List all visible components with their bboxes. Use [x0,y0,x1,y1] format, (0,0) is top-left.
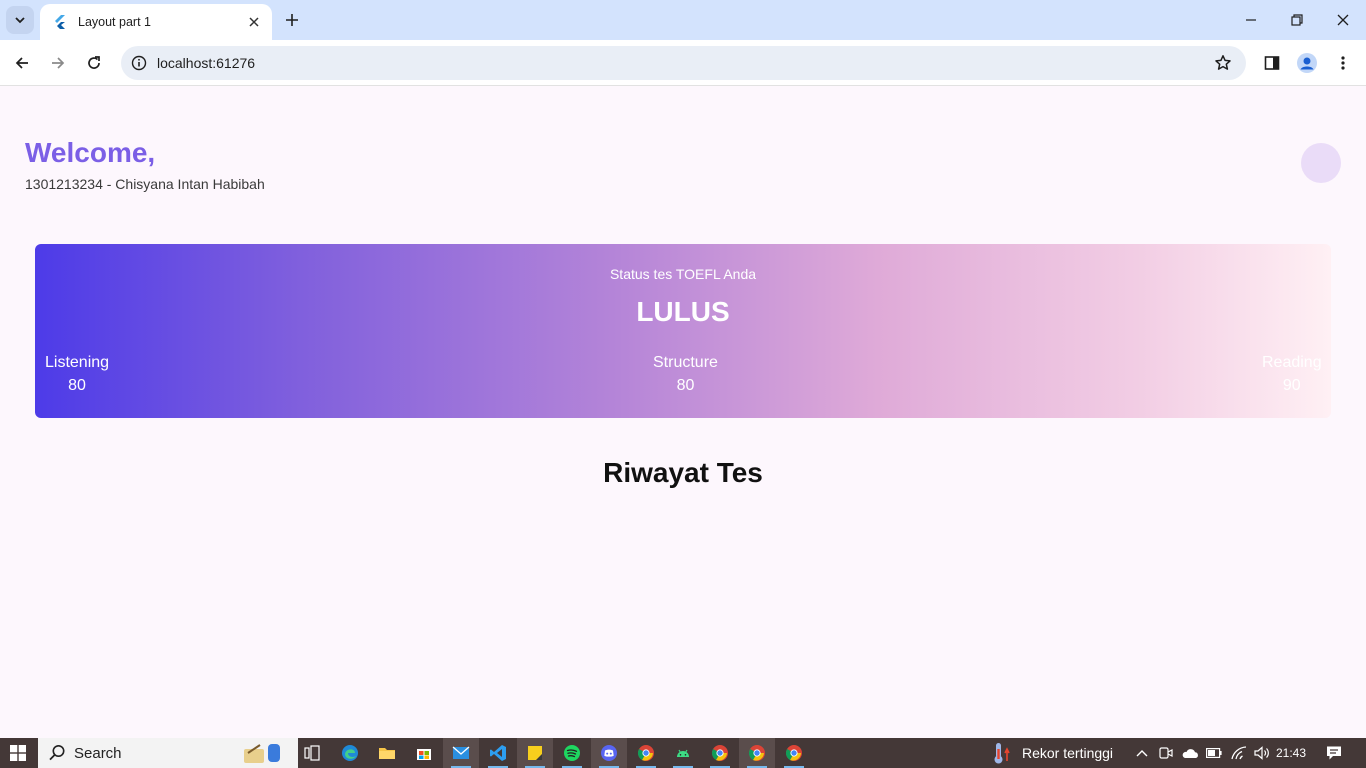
arrow-right-icon [52,57,65,69]
vscode-icon [490,745,506,761]
reload-icon [88,56,100,69]
spotify-app[interactable] [554,738,590,768]
score-value: 80 [676,377,695,394]
store-app[interactable] [406,738,442,768]
vscode-app[interactable] [480,738,516,768]
taskbar-search[interactable]: Search [38,738,298,768]
profile-button[interactable] [1292,48,1322,78]
chrome-app-1[interactable] [628,738,664,768]
onedrive-icon[interactable] [1180,738,1200,768]
start-button[interactable] [0,738,36,768]
chevron-down-icon [15,17,25,24]
task-view-icon [304,745,320,761]
score-reading: Reading 90 [1262,354,1322,395]
side-panel-button[interactable] [1257,48,1287,78]
bookmark-star-icon[interactable] [1206,46,1240,80]
notification-icon [1327,746,1341,760]
profile-icon [1297,53,1317,73]
volume-icon[interactable] [1251,738,1273,768]
search-highlight-icon [243,744,280,763]
plus-icon [286,14,298,26]
score-value: 90 [1282,377,1301,394]
chrome-app-4[interactable] [776,738,812,768]
tray-overflow[interactable] [1132,738,1152,768]
chevron-up-icon [1136,750,1148,757]
sticky-notes-icon [528,746,542,760]
edge-app[interactable] [332,738,368,768]
chrome-app-3[interactable] [739,738,775,768]
minimize-button[interactable] [1228,0,1274,40]
minimize-icon [1246,19,1256,21]
discord-icon [601,745,617,761]
store-icon [417,749,431,760]
user-id-name: 1301213234 - Chisyana Intan Habibah [25,176,265,192]
browser-tab-strip: Layout part 1 [0,0,1366,40]
weather-text: Rekor tertinggi [1022,745,1114,761]
toefl-status-card: Status tes TOEFL Anda LULUS Listening 80… [35,244,1331,418]
taskbar: Search Rekor tertinggi 21:43 [0,738,1366,768]
meet-now-icon[interactable] [1157,738,1175,768]
score-name: Reading [1262,354,1322,371]
new-tab-button[interactable] [280,8,304,32]
address-bar[interactable]: localhost:61276 [121,46,1246,80]
browser-toolbar: localhost:61276 [0,40,1366,86]
menu-button[interactable] [1328,48,1358,78]
score-name: Structure [653,354,718,371]
restore-button[interactable] [1274,0,1320,40]
window-close-button[interactable] [1320,0,1366,40]
page-content: Welcome, 1301213234 - Chisyana Intan Hab… [0,87,1366,738]
forward-button[interactable] [43,48,73,78]
section-title: Riwayat Tes [603,457,763,488]
spotify-icon [564,745,580,761]
status-value: LULUS [636,296,730,327]
score-structure: Structure 80 [653,354,718,395]
url-text[interactable]: localhost:61276 [157,55,1206,71]
restore-icon [1291,14,1303,26]
welcome-heading: Welcome, [25,137,156,168]
side-panel-icon [1264,56,1280,70]
avatar[interactable] [1301,143,1341,183]
thermometer-icon [994,743,1010,764]
reload-button[interactable] [79,48,109,78]
windows-icon [10,745,26,761]
android-studio-app[interactable] [665,738,701,768]
tab-title: Layout part 1 [78,15,151,29]
chrome-icon [711,745,728,761]
folder-icon [379,748,395,759]
score-listening: Listening 80 [45,354,109,395]
arrow-left-icon [15,57,28,69]
info-icon[interactable] [123,46,155,80]
search-label: Search [74,744,122,762]
sticky-notes-app[interactable] [517,738,553,768]
chrome-icon [785,745,802,761]
notifications-button[interactable] [1320,738,1348,768]
status-label: Status tes TOEFL Anda [609,266,757,282]
clock[interactable]: 21:43 [1276,738,1306,768]
mail-icon [452,746,470,759]
wifi-icon[interactable] [1228,738,1250,768]
back-button[interactable] [7,48,37,78]
file-explorer-app[interactable] [369,738,405,768]
tab-search-button[interactable] [6,6,34,34]
chrome-icon [637,745,654,761]
browser-tab[interactable]: Layout part 1 [40,4,272,40]
chrome-app-2[interactable] [702,738,738,768]
discord-app[interactable] [591,738,627,768]
more-vert-icon [1341,56,1345,70]
android-studio-icon [677,749,689,757]
chrome-icon [748,745,765,761]
weather-widget[interactable]: Rekor tertinggi [990,738,1113,768]
edge-icon [342,745,358,761]
close-icon[interactable] [246,14,262,30]
close-icon [1337,14,1349,26]
score-value: 80 [68,377,86,394]
battery-icon[interactable] [1204,738,1224,768]
search-icon [49,745,65,761]
flutter-icon [55,15,65,29]
mail-app[interactable] [443,738,479,768]
task-view-button[interactable] [294,738,330,768]
clock-time: 21:43 [1276,746,1307,760]
score-name: Listening [45,354,110,371]
